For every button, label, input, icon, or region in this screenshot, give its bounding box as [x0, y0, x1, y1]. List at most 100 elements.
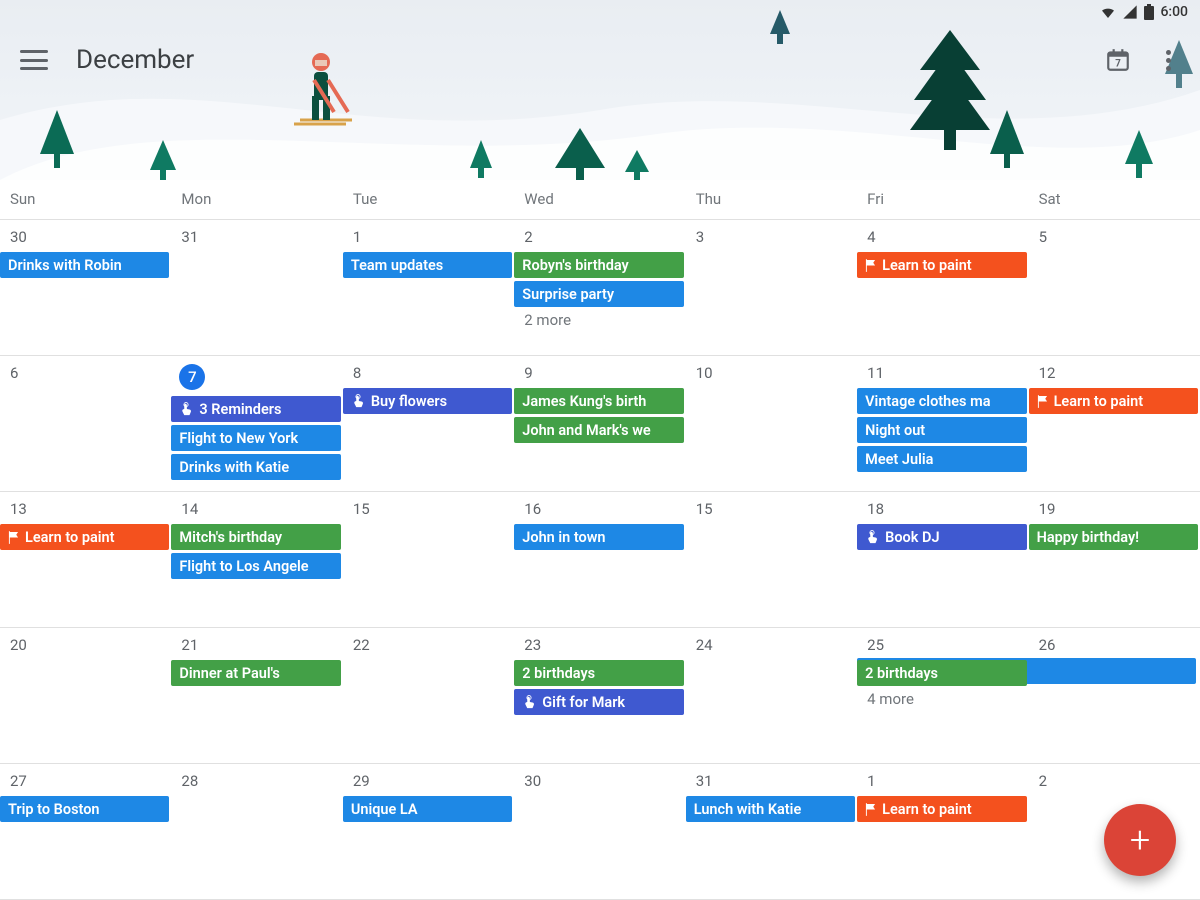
day-number: 30 [524, 772, 683, 790]
day-cell[interactable]: 30 [514, 764, 685, 899]
day-cell[interactable]: 12Learn to paint [1029, 356, 1200, 491]
day-cell[interactable]: 28 [171, 764, 342, 899]
day-cell[interactable]: 10 [686, 356, 857, 491]
day-cell[interactable]: 20 [0, 628, 171, 763]
event-chip[interactable]: Mitch's birthday [171, 524, 340, 550]
day-cell[interactable]: 3 [686, 220, 857, 355]
event-label: Gift for Mark [542, 694, 625, 711]
day-cell[interactable]: 5 [1029, 220, 1200, 355]
day-cell[interactable]: 4 Learn to paint [857, 220, 1028, 355]
day-number: 1 [867, 772, 1026, 790]
day-number: 6 [10, 364, 169, 382]
day-cell[interactable]: 15 [343, 492, 514, 627]
event-label: 2 birthdays [865, 665, 938, 682]
day-cell[interactable]: 252 birthdays4 more [857, 628, 1028, 763]
battery-icon [1144, 4, 1154, 20]
more-events-link[interactable]: 4 more [865, 686, 1026, 708]
day-cell[interactable]: 14Mitch's birthdayFlight to Los Angele [171, 492, 342, 627]
tree-icon [555, 128, 605, 180]
day-cell[interactable]: 22 [343, 628, 514, 763]
wifi-icon [1100, 4, 1116, 20]
day-cell[interactable]: 26 [1029, 628, 1200, 763]
day-cell[interactable]: 9James Kung's birthJohn and Mark's we [514, 356, 685, 491]
event-chip[interactable]: Robyn's birthday [514, 252, 683, 278]
day-number: 4 [867, 228, 1026, 246]
month-title[interactable]: December [76, 45, 194, 75]
events-list: Team updates [343, 252, 512, 278]
event-chip[interactable]: John in town [514, 524, 683, 550]
event-chip[interactable]: Learn to paint [0, 524, 169, 550]
event-label: 2 birthdays [522, 665, 595, 682]
day-cell[interactable]: 27Trip to Boston [0, 764, 171, 899]
event-chip[interactable]: Gift for Mark [514, 689, 683, 715]
day-cell[interactable]: 30Drinks with Robin [0, 220, 171, 355]
day-cell[interactable]: 11Vintage clothes maNight outMeet Julia [857, 356, 1028, 491]
events-list: Unique LA [343, 796, 512, 822]
event-chip[interactable]: Learn to paint [857, 796, 1026, 822]
day-cell[interactable]: 13Learn to paint [0, 492, 171, 627]
event-chip[interactable]: James Kung's birth [514, 388, 683, 414]
day-cell[interactable]: 1 Learn to paint [857, 764, 1028, 899]
event-chip[interactable]: Lunch with Katie [686, 796, 855, 822]
day-cell[interactable]: 8Buy flowers [343, 356, 514, 491]
day-cell[interactable]: 232 birthdaysGift for Mark [514, 628, 685, 763]
event-chip[interactable]: Drinks with Katie [171, 454, 340, 480]
day-cell[interactable]: 29 Unique LA [343, 764, 514, 899]
event-chip[interactable]: Drinks with Robin [0, 252, 169, 278]
event-chip[interactable]: Surprise party [514, 281, 683, 307]
events-list: Buy flowers [343, 388, 512, 414]
day-number: 29 [353, 772, 512, 790]
today-button[interactable]: 7 [1104, 46, 1132, 74]
event-chip[interactable]: Night out [857, 417, 1026, 443]
create-event-fab[interactable]: + [1104, 804, 1176, 876]
events-list: Trip to Boston [0, 796, 169, 822]
event-chip[interactable]: Learn to paint [857, 252, 1026, 278]
event-chip[interactable]: Dinner at Paul's [171, 660, 340, 686]
event-chip[interactable]: 2 birthdays [514, 660, 683, 686]
event-chip[interactable]: Buy flowers [343, 388, 512, 414]
day-cell[interactable]: 15 [686, 492, 857, 627]
menu-icon[interactable] [20, 50, 48, 70]
day-cell[interactable]: 31 [171, 220, 342, 355]
event-chip[interactable]: Book DJ [857, 524, 1026, 550]
event-label: Drinks with Katie [179, 459, 289, 476]
event-chip[interactable]: 2 birthdays [857, 660, 1026, 686]
event-label: John in town [522, 529, 605, 546]
events-list: 3 Reminders Flight to New York Drinks with… [171, 396, 340, 480]
event-chip[interactable]: Team updates [343, 252, 512, 278]
event-chip[interactable]: Trip to Boston [0, 796, 169, 822]
event-label: 3 Reminders [199, 401, 281, 418]
event-chip[interactable]: John and Mark's we [514, 417, 683, 443]
day-number: 16 [524, 500, 683, 518]
event-label: Dinner at Paul's [179, 665, 279, 682]
day-cell[interactable]: 73 RemindersFlight to New YorkDrinks wit… [171, 356, 342, 491]
event-chip[interactable]: Meet Julia [857, 446, 1026, 472]
day-cell[interactable]: 19Happy birthday! [1029, 492, 1200, 627]
event-chip[interactable]: Flight to New York [171, 425, 340, 451]
day-cell[interactable]: 2Robyn's birthdaySurprise party2 more [514, 220, 685, 355]
events-list: 2 birthdays [857, 660, 1026, 686]
day-cell[interactable]: 18 Book DJ [857, 492, 1028, 627]
day-cell[interactable]: 6 [0, 356, 171, 491]
more-events-link[interactable]: 2 more [522, 307, 683, 329]
day-cell[interactable]: 1Team updates [343, 220, 514, 355]
weeks-container[interactable]: 30Drinks with Robin311Team updates2Robyn… [0, 220, 1200, 900]
day-cell[interactable]: 31Lunch with Katie [686, 764, 857, 899]
dow-label: Sat [1029, 180, 1200, 219]
event-chip[interactable]: 3 Reminders [171, 396, 340, 422]
day-cell[interactable]: 16 John in town [514, 492, 685, 627]
day-number: 5 [1039, 228, 1198, 246]
event-chip[interactable]: Vintage clothes ma [857, 388, 1026, 414]
day-cell[interactable]: 24 [686, 628, 857, 763]
event-chip[interactable]: Learn to paint [1029, 388, 1198, 414]
event-chip[interactable]: Happy birthday! [1029, 524, 1198, 550]
event-label: Vintage clothes ma [865, 393, 990, 410]
event-chip[interactable]: Unique LA [343, 796, 512, 822]
day-cell[interactable]: 21Dinner at Paul's [171, 628, 342, 763]
day-number: 18 [867, 500, 1026, 518]
event-label: Learn to paint [882, 801, 972, 818]
event-label: Drinks with Robin [8, 257, 122, 274]
overflow-menu-icon[interactable] [1156, 48, 1180, 72]
tree-icon [40, 110, 74, 170]
event-chip[interactable]: Flight to Los Angele [171, 553, 340, 579]
